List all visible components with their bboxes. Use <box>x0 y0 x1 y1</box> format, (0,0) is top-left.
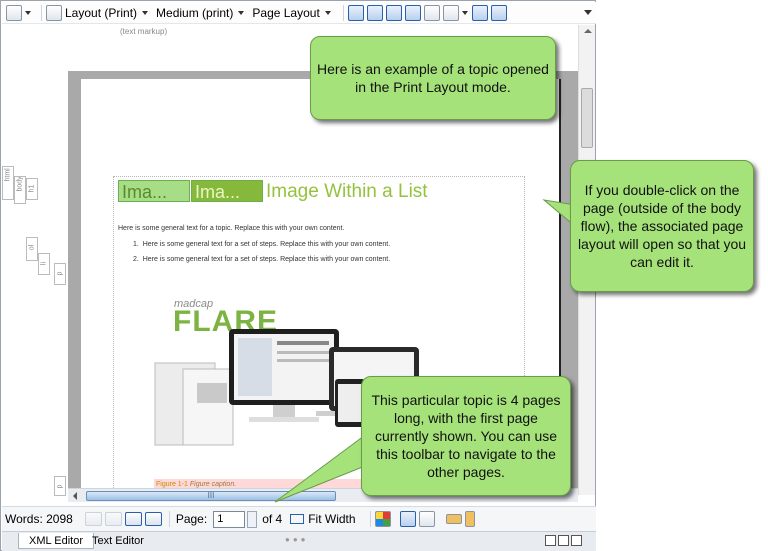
xml-editor-window: Layout (Print) Medium (print) Page Layou… <box>0 0 768 551</box>
callout-toolbar-pages: This particular topic is 4 pages long, w… <box>361 376 571 496</box>
callout-print-layout: Here is an example of a topic opened in … <box>310 36 556 120</box>
callout-double-click: If you double-click on the page (outside… <box>570 160 754 292</box>
